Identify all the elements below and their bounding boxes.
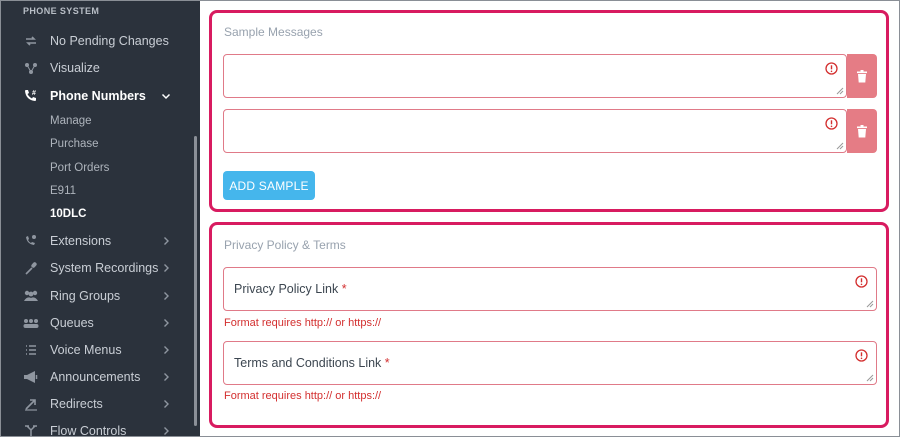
sidebar-subitem-10dlc[interactable]: 10DLC <box>50 208 86 220</box>
sidebar-item-label: System Recordings <box>50 261 159 275</box>
sidebar-item-flow-controls[interactable]: Flow Controls <box>1 419 193 437</box>
svg-text:#: # <box>32 90 36 97</box>
trash-icon <box>857 69 867 82</box>
sidebar: PHONE SYSTEM No Pending Changes Visualiz… <box>1 1 200 437</box>
delete-sample-button-2[interactable] <box>847 109 877 153</box>
chevron-down-icon <box>161 93 171 100</box>
sidebar-item-phone-numbers[interactable]: # Phone Numbers <box>1 84 193 108</box>
error-icon <box>855 275 868 288</box>
sidebar-subitem-manage[interactable]: Manage <box>50 115 92 127</box>
sidebar-item-label: Flow Controls <box>50 424 127 437</box>
chevron-right-icon <box>164 264 169 272</box>
delete-sample-button-1[interactable] <box>847 54 877 98</box>
chevron-right-icon <box>164 319 169 327</box>
sidebar-item-label: Announcements <box>50 370 141 384</box>
sidebar-item-label: Ring Groups <box>50 289 121 303</box>
terms-conditions-link-field[interactable]: Terms and Conditions Link * <box>223 341 877 385</box>
privacy-terms-card: Privacy Policy & Terms Privacy Policy Li… <box>209 222 889 428</box>
sidebar-scrollbar[interactable] <box>194 136 197 426</box>
required-mark: * <box>384 356 390 370</box>
resize-handle-icon[interactable] <box>866 374 874 382</box>
sidebar-item-system-recordings[interactable]: System Recordings <box>1 256 193 280</box>
required-mark: * <box>341 282 347 296</box>
sidebar-item-label: Visualize <box>50 61 100 75</box>
phone-hash-icon: # <box>23 88 39 104</box>
sync-icon <box>23 33 39 49</box>
chevron-right-icon <box>164 346 169 354</box>
privacy-policy-link-label: Privacy Policy Link * <box>234 282 347 296</box>
chevron-right-icon <box>164 373 169 381</box>
sample-messages-title: Sample Messages <box>224 25 323 39</box>
chevron-right-icon <box>164 237 169 245</box>
app-window: PHONE SYSTEM No Pending Changes Visualiz… <box>0 0 900 437</box>
sample-messages-card: Sample Messages ADD SAMPLE <box>209 10 889 212</box>
terms-conditions-link-label: Terms and Conditions Link * <box>234 356 390 370</box>
chevron-right-icon <box>164 292 169 300</box>
sidebar-section-title: PHONE SYSTEM <box>23 6 100 16</box>
error-icon <box>855 349 868 362</box>
sidebar-item-voice-menus[interactable]: Voice Menus <box>1 338 193 362</box>
megaphone-icon <box>23 369 39 385</box>
add-sample-button[interactable]: ADD SAMPLE <box>223 171 315 200</box>
error-icon <box>825 62 838 75</box>
sidebar-item-queues[interactable]: Queues <box>1 311 193 335</box>
flow-control-icon <box>23 423 39 436</box>
sidebar-item-label: Phone Numbers <box>50 89 146 103</box>
sidebar-item-no-pending-changes[interactable]: No Pending Changes <box>1 29 193 53</box>
sidebar-subitem-e911[interactable]: E911 <box>50 185 76 197</box>
privacy-policy-error: Format requires http:// or https:// <box>224 317 382 329</box>
sidebar-item-extensions[interactable]: Extensions <box>1 229 193 253</box>
error-icon <box>825 117 838 130</box>
privacy-policy-link-field[interactable]: Privacy Policy Link * <box>223 267 877 311</box>
sidebar-item-label: Queues <box>50 316 94 330</box>
sidebar-item-label: Extensions <box>50 234 112 248</box>
main-content: Sample Messages ADD SAMPLE Privacy Polic… <box>200 1 899 436</box>
sidebar-item-label: Voice Menus <box>50 343 122 357</box>
sidebar-item-redirects[interactable]: Redirects <box>1 392 193 416</box>
sidebar-item-visualize[interactable]: Visualize <box>1 56 193 80</box>
trash-icon <box>857 124 867 137</box>
sidebar-item-label: No Pending Changes <box>50 34 169 48</box>
resize-handle-icon[interactable] <box>836 142 844 150</box>
resize-handle-icon[interactable] <box>836 87 844 95</box>
voice-menu-icon <box>23 342 39 358</box>
sidebar-subitem-purchase[interactable]: Purchase <box>50 138 99 150</box>
chevron-right-icon <box>164 427 169 435</box>
privacy-terms-title: Privacy Policy & Terms <box>224 238 346 252</box>
queues-icon <box>23 315 39 331</box>
sidebar-item-label: Redirects <box>50 397 103 411</box>
sidebar-subitem-port-orders[interactable]: Port Orders <box>50 162 109 174</box>
microphone-icon <box>23 260 39 276</box>
sample-message-textarea-2[interactable] <box>223 109 847 153</box>
sidebar-item-announcements[interactable]: Announcements <box>1 365 193 389</box>
sample-message-textarea-1[interactable] <box>223 54 847 98</box>
redirect-icon <box>23 396 39 412</box>
sidebar-item-ring-groups[interactable]: Ring Groups <box>1 284 193 308</box>
hierarchy-icon <box>23 60 39 76</box>
chevron-right-icon <box>164 400 169 408</box>
terms-conditions-error: Format requires http:// or https:// <box>224 390 382 402</box>
ring-groups-icon <box>23 288 39 304</box>
phone-extension-icon <box>23 233 39 249</box>
resize-handle-icon[interactable] <box>866 300 874 308</box>
